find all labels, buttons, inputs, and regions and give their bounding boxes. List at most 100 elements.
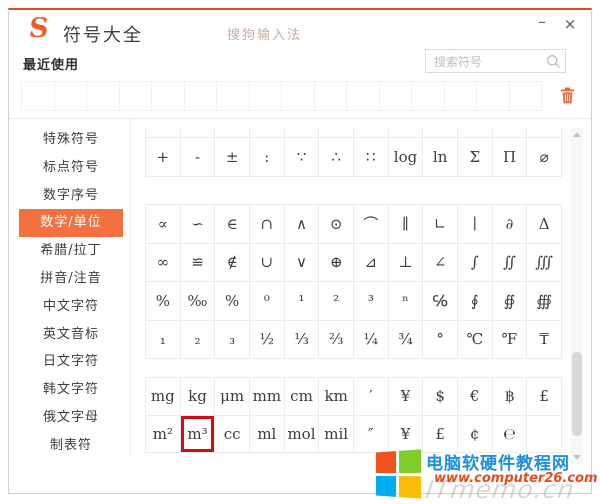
symbol-cell-clipped[interactable] xyxy=(527,128,562,137)
scrollbar[interactable] xyxy=(570,128,583,464)
recent-cell[interactable] xyxy=(54,81,88,111)
search-input[interactable] xyxy=(432,52,546,72)
symbol-cell[interactable]: $ xyxy=(423,378,458,416)
symbol-cell[interactable]: ° xyxy=(423,321,458,360)
symbol-cell[interactable]: ∫ xyxy=(458,244,493,283)
scrollbar-thumb[interactable] xyxy=(572,352,582,436)
symbol-cell[interactable]: kg xyxy=(181,378,216,416)
symbol-cell[interactable]: m² xyxy=(146,416,181,454)
symbol-cell[interactable]: ∴ xyxy=(319,138,354,177)
symbol-cell[interactable]: ³ xyxy=(354,282,389,321)
symbol-cell[interactable]: ⊥ xyxy=(389,244,424,283)
symbol-cell[interactable]: ⊿ xyxy=(354,244,389,283)
symbol-cell[interactable]: ∮ xyxy=(458,282,493,321)
recent-cell[interactable] xyxy=(444,81,478,111)
symbol-cell[interactable]: ∩ xyxy=(250,205,285,244)
minimize-button[interactable]: – xyxy=(531,12,553,34)
symbol-cell[interactable]: ± xyxy=(215,138,250,177)
symbol-cell[interactable]: ℮ xyxy=(493,416,528,454)
symbol-cell[interactable]: % xyxy=(215,282,250,321)
recent-cell[interactable] xyxy=(249,81,283,111)
recent-cell[interactable] xyxy=(86,81,120,111)
sidebar-item-category[interactable]: 数字序号 xyxy=(19,182,123,210)
symbol-cell[interactable]: ₸ xyxy=(527,321,562,360)
symbol-cell[interactable]: ¼ xyxy=(354,321,389,360)
symbol-cell[interactable]: ∧ xyxy=(285,205,320,244)
symbol-cell[interactable]: ℉ xyxy=(493,321,528,360)
symbol-cell[interactable]: ‰ xyxy=(181,282,216,321)
search-icon[interactable] xyxy=(546,54,561,73)
symbol-cell[interactable]: ∭ xyxy=(527,244,562,283)
symbol-cell[interactable]: £ xyxy=(527,378,562,416)
symbol-cell[interactable]: ⅔ xyxy=(319,321,354,360)
symbol-cell[interactable]: ⅓ xyxy=(285,321,320,360)
sidebar-item-category[interactable]: 中文字符 xyxy=(19,293,123,321)
symbol-cell[interactable]: € xyxy=(458,378,493,416)
symbol-cell-clipped[interactable] xyxy=(493,128,528,137)
symbol-cell[interactable]: ¥ xyxy=(389,378,424,416)
symbol-cell[interactable]: £ xyxy=(423,416,458,454)
symbol-cell[interactable]: ″ xyxy=(354,416,389,454)
symbol-cell[interactable]: ∬ xyxy=(493,244,528,283)
symbol-cell-clipped[interactable] xyxy=(319,128,354,137)
sidebar-item-category[interactable]: 日文字符 xyxy=(19,348,123,376)
symbol-cell[interactable]: km xyxy=(319,378,354,416)
recent-cell[interactable] xyxy=(476,81,510,111)
symbol-cell[interactable]: ml xyxy=(250,416,285,454)
symbol-cell[interactable]: ∪ xyxy=(250,244,285,283)
search-box[interactable] xyxy=(425,49,566,73)
symbol-cell[interactable]: : xyxy=(250,138,285,177)
symbol-cell[interactable]: Π xyxy=(493,138,528,177)
sidebar-item-category[interactable]: 希腊/拉丁 xyxy=(19,237,123,265)
sidebar-item-category[interactable]: 英文音标 xyxy=(19,321,123,349)
symbol-cell[interactable]: ⌒ xyxy=(354,205,389,244)
symbol-cell[interactable]: % xyxy=(146,282,181,321)
symbol-cell[interactable]: mg xyxy=(146,378,181,416)
symbol-cell[interactable]: + xyxy=(146,138,181,177)
recent-cell[interactable] xyxy=(346,81,380,111)
scroll-up-icon[interactable] xyxy=(573,132,581,137)
recent-cell[interactable] xyxy=(314,81,348,111)
sidebar-item-category[interactable]: 拼音/注音 xyxy=(19,265,123,293)
symbol-cell-clipped[interactable] xyxy=(215,128,250,137)
recent-cell[interactable] xyxy=(119,81,153,111)
symbol-cell[interactable]: ₃ xyxy=(215,321,250,360)
close-button[interactable]: × xyxy=(559,14,581,36)
symbol-cell[interactable]: ∉ xyxy=(215,244,250,283)
recent-cell[interactable] xyxy=(379,81,413,111)
sidebar-item-category[interactable]: 制表符 xyxy=(19,432,123,460)
sidebar-item-category[interactable]: 俄文字母 xyxy=(19,404,123,432)
symbol-cell-clipped[interactable] xyxy=(458,128,493,137)
symbol-cell[interactable]: ⊙ xyxy=(319,205,354,244)
symbol-cell[interactable]: ℃ xyxy=(458,321,493,360)
symbol-cell[interactable]: mol xyxy=(285,416,320,454)
symbol-cell[interactable]: ′ xyxy=(354,378,389,416)
symbol-cell[interactable]: ¾ xyxy=(389,321,424,360)
symbol-cell[interactable]: ∽ xyxy=(181,205,216,244)
symbol-cell-clipped[interactable] xyxy=(354,128,389,137)
symbol-cell[interactable]: ¥ xyxy=(389,416,424,454)
symbol-cell[interactable]: ∥ xyxy=(389,205,424,244)
symbol-cell[interactable]: ¹ xyxy=(285,282,320,321)
recent-cell[interactable] xyxy=(411,81,445,111)
trash-icon[interactable] xyxy=(560,87,575,108)
symbol-cell[interactable]: μm xyxy=(215,378,250,416)
symbol-cell[interactable]: ∰ xyxy=(527,282,562,321)
symbol-cell[interactable]: ∂ xyxy=(493,205,528,244)
symbol-cell[interactable]: ∞ xyxy=(146,244,181,283)
symbol-cell[interactable]: ∟ xyxy=(423,205,458,244)
symbol-cell[interactable]: ∠ xyxy=(423,244,458,283)
symbol-cell-empty[interactable] xyxy=(527,416,562,454)
symbol-cell[interactable]: ∷ xyxy=(354,138,389,177)
symbol-cell[interactable]: ⌀ xyxy=(527,138,562,177)
symbol-cell[interactable]: ½ xyxy=(250,321,285,360)
recent-cell[interactable] xyxy=(184,81,218,111)
symbol-cell-clipped[interactable] xyxy=(423,128,458,137)
symbol-cell-clipped[interactable] xyxy=(389,128,424,137)
symbol-cell[interactable]: Δ xyxy=(527,205,562,244)
sidebar-item-active[interactable]: 数学/单位 xyxy=(19,209,123,237)
recent-cell[interactable] xyxy=(509,81,543,111)
symbol-cell[interactable]: ฿ xyxy=(493,378,528,416)
symbol-cell[interactable]: ² xyxy=(319,282,354,321)
recent-cell[interactable] xyxy=(151,81,185,111)
